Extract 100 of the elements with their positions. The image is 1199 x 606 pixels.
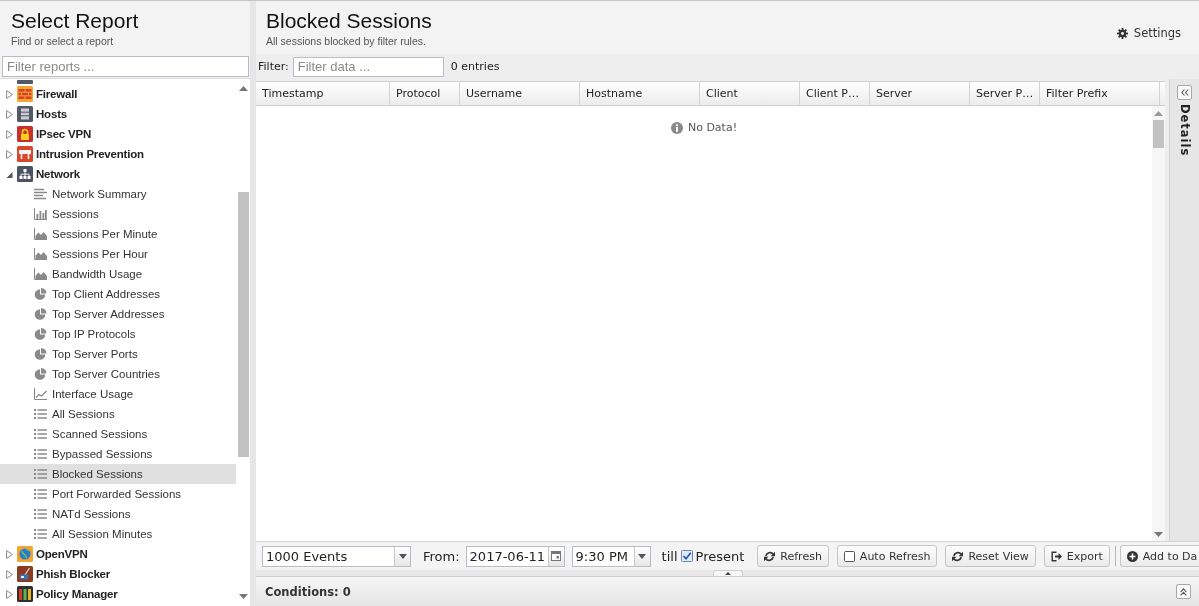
lines-icon [34,188,47,200]
collapsed-arrow-icon[interactable] [6,109,13,119]
toolbar-button[interactable]: Export [1043,545,1110,567]
caret-down-icon [398,553,407,559]
caret-down-icon [638,553,647,559]
export-icon [1050,550,1062,562]
expanded-arrow-icon[interactable] [6,169,13,179]
tree-item[interactable]: Top Server Addresses [0,304,236,324]
toolbar-button[interactable]: Refresh [757,545,829,567]
tree-item[interactable]: Top Server Countries [0,364,236,384]
toolbar-button[interactable]: Reset View [945,545,1036,567]
settings-icon [1116,27,1128,39]
settings-button[interactable]: Settings [1116,26,1181,40]
scroll-up-icon[interactable] [238,86,248,91]
double-caret-up-icon [1180,587,1187,596]
expand-button[interactable] [1176,584,1191,599]
filter-field[interactable]: Filter data ... [292,56,444,77]
tree-item[interactable]: Network [0,164,236,184]
globe-icon [17,546,33,562]
column-header[interactable]: Server P… [970,82,1040,105]
checkbox[interactable] [680,550,693,562]
fishing-rod-icon [17,566,33,582]
refresh-icon [952,550,964,562]
tree-item[interactable]: Firewall [0,84,236,104]
pie-chart-icon [34,328,47,340]
collapsed-arrow-icon[interactable] [6,549,13,559]
tree-item[interactable]: Top Server Ports [0,344,236,364]
pie-chart-icon [34,288,47,300]
tree-item[interactable]: OpenVPN [0,544,236,564]
bar-chart-icon [34,208,47,220]
pie-chart-icon [34,348,47,360]
collapsed-arrow-icon[interactable] [6,129,13,139]
tree-item[interactable]: Blocked Sessions [0,464,236,484]
tree-item[interactable]: Intrusion Prevention [0,144,236,164]
tree-item[interactable]: Port Forwarded Sessions [0,484,236,504]
tree-item[interactable]: IPsec VPN [0,124,236,144]
expand-panel-button[interactable] [1177,85,1192,100]
line-chart-icon [34,388,47,400]
add-icon [1126,550,1138,562]
panel-title[interactable]: Details [1177,104,1192,157]
barrier-icon [17,146,33,162]
column-header[interactable]: Server [870,82,970,105]
collapsed-arrow-icon[interactable] [6,569,13,579]
tree-item[interactable]: Phish Blocker [0,564,236,584]
toolbar-button[interactable]: Auto Refresh [836,545,938,567]
scroll-down-icon[interactable] [1154,532,1163,537]
tree-item[interactable]: NATd Sessions [0,504,236,524]
scrollbar-thumb[interactable] [1153,120,1164,148]
filter-label: Filter: [258,60,289,73]
area-chart-icon [34,248,47,260]
list-icon [34,508,47,520]
tree-item[interactable]: Bypassed Sessions [0,444,236,464]
time-dropdown[interactable]: 9:30 PM [571,545,651,567]
conditions-label: Conditions: 0 [265,584,351,599]
brick-wall-icon [17,86,33,102]
events-dropdown[interactable]: 1000 Events [262,545,411,567]
tree-item[interactable]: Sessions Per Minute [0,224,236,244]
network-icon [17,166,33,182]
pie-chart-icon [34,368,47,380]
info-icon [670,121,683,134]
column-header[interactable]: Hostname [580,82,700,105]
tree-item[interactable]: Top Client Addresses [0,284,236,304]
column-header[interactable]: Client P… [800,82,870,105]
calendar-icon [551,551,562,561]
collapsed-arrow-icon[interactable] [6,589,13,599]
list-icon [34,408,47,420]
column-header[interactable]: Timestamp [256,82,390,105]
tree-item[interactable]: Policy Manager [0,584,236,604]
tree-item[interactable]: Hosts [0,104,236,124]
tree-item[interactable]: Bandwidth Usage [0,264,236,284]
column-header[interactable]: Filter Prefix [1040,82,1160,105]
panel-title: Select Report [11,8,140,33]
entry-count: 0 entries [450,60,500,73]
tree-item[interactable]: Top IP Protocols [0,324,236,344]
tree-item[interactable]: Sessions [0,204,236,224]
column-header[interactable]: Client [700,82,800,105]
tree-item[interactable]: All Sessions [0,404,236,424]
tree-item[interactable]: All Session Minutes [0,524,236,544]
collapsed-arrow-icon[interactable] [6,89,13,99]
date-field[interactable]: 2017-06-11 [465,545,565,567]
scroll-up-icon[interactable] [1154,111,1163,116]
checkbox-label[interactable]: Present [695,548,745,564]
list-icon [34,428,47,440]
list-icon [34,528,47,540]
column-header[interactable]: Protocol [390,82,460,105]
server-icon [17,106,33,122]
bars-icon [17,586,33,602]
tree-item[interactable]: Scanned Sessions [0,424,236,444]
scrollbar-thumb[interactable] [237,192,249,457]
list-icon [34,488,47,500]
column-header[interactable]: Username [460,82,580,105]
scroll-down-icon[interactable] [238,594,248,599]
search-field[interactable]: Filter reports ... [2,56,249,77]
toolbar-button[interactable]: Add to Da [1119,545,1199,567]
padlock-icon [17,126,33,142]
tree-item[interactable]: Sessions Per Hour [0,244,236,264]
tree-item[interactable]: Interface Usage [0,384,236,404]
panel-subtitle: Find or select a report [11,35,115,47]
tree-item[interactable]: Network Summary [0,184,236,204]
collapsed-arrow-icon[interactable] [6,149,13,159]
